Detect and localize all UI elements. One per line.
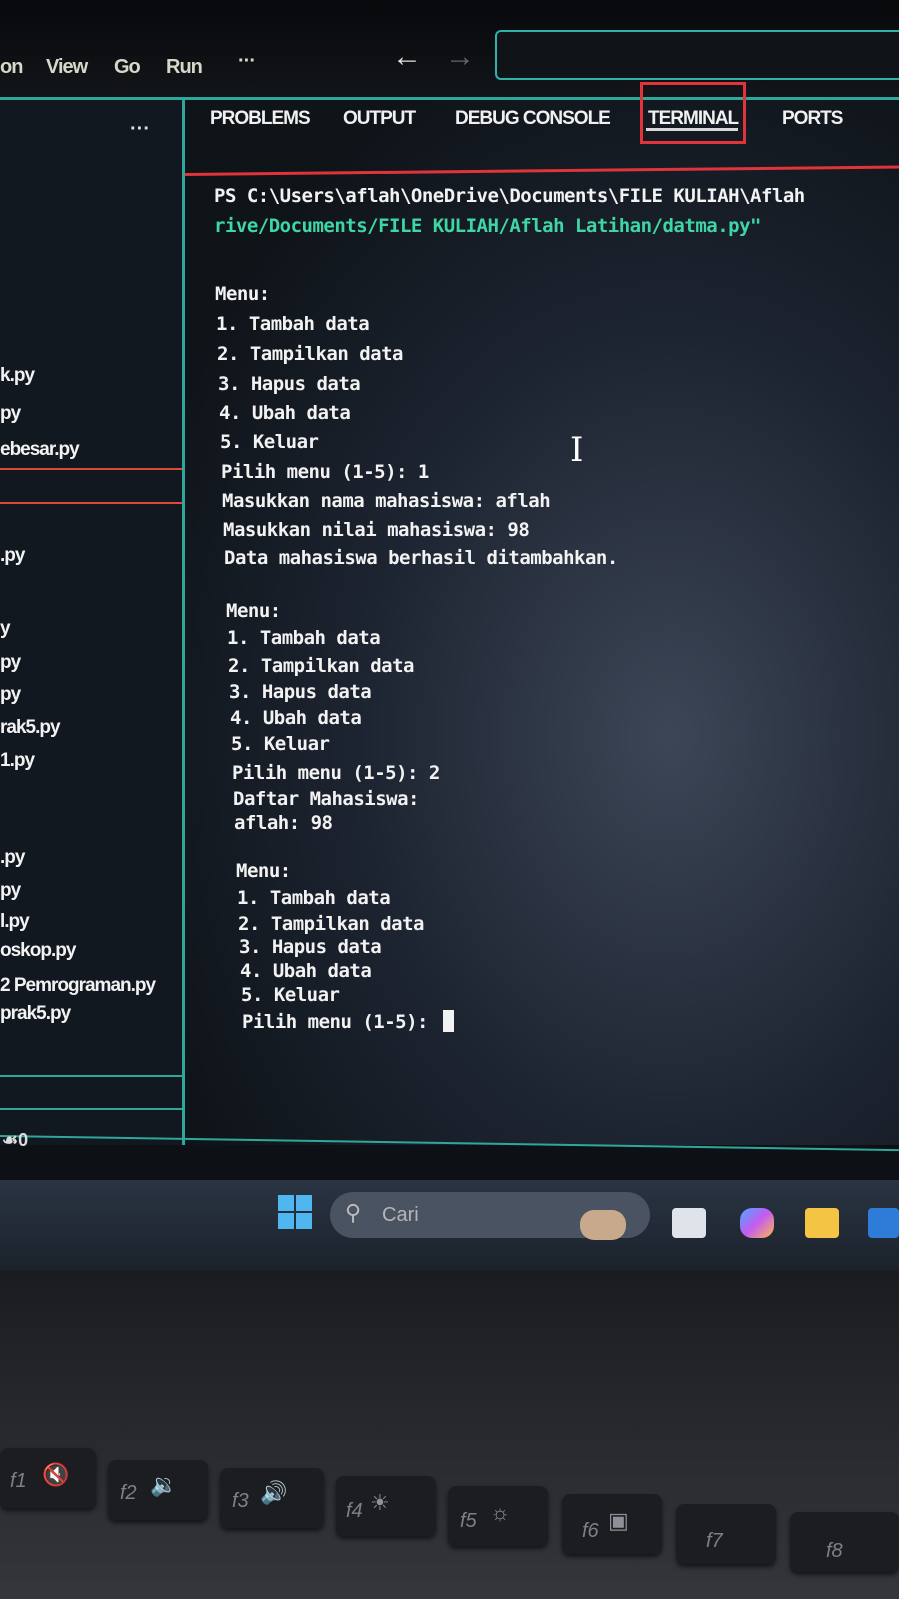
logo-square [296, 1195, 312, 1211]
terminal-line: Masukkan nilai mahasiswa: 98 [223, 519, 530, 541]
tab-problems[interactable]: PROBLEMS [210, 108, 311, 130]
file-item[interactable]: py [0, 880, 21, 902]
prompt-text: Pilih menu (1-5): [242, 1011, 439, 1033]
active-tab-underline [646, 128, 738, 131]
brightness-down-icon: ☀ [370, 1490, 390, 1515]
arrow-right-icon[interactable]: → [445, 40, 475, 74]
mute-icon: 🔇 [42, 1462, 70, 1487]
terminal-line: 3. Hapus data [229, 681, 372, 703]
search-icon: ⚲ [345, 1200, 362, 1225]
menu-selection[interactable]: on [0, 56, 23, 79]
file-item[interactable]: .py [0, 847, 25, 869]
terminal-line: Data mahasiswa berhasil ditambahkan. [224, 547, 618, 569]
widgets-icon[interactable] [580, 1210, 626, 1240]
status-badge[interactable]: ☙0 [2, 1130, 28, 1151]
terminal-line: Daftar Mahasiswa: [233, 788, 419, 810]
file-item[interactable]: oskop.py [0, 940, 76, 962]
terminal-line: 4. Ubah data [230, 707, 362, 729]
text-cursor [442, 1010, 454, 1032]
file-item[interactable]: py [0, 652, 21, 674]
file-explorer-icon[interactable] [805, 1208, 839, 1238]
explorer-sidebar [0, 100, 188, 1160]
terminal-line: Menu: [226, 600, 281, 622]
terminal-line: aflah: 98 [234, 812, 333, 834]
file-item[interactable]: prak5.py [0, 1003, 71, 1025]
key-f4-label: f4 [346, 1500, 363, 1522]
brightness-up-icon: ☼ [490, 1500, 511, 1525]
terminal-line: 2. Tampilkan data [238, 913, 424, 935]
taskbar-search-placeholder: Cari [382, 1204, 419, 1226]
key-f1-label: f1 [10, 1470, 27, 1492]
key-f2-label: f2 [120, 1482, 137, 1504]
logo-square [278, 1195, 294, 1211]
sidebar-section-divider [0, 1108, 212, 1110]
terminal-prompt[interactable]: Pilih menu (1-5): [242, 1010, 454, 1033]
terminal-line: 5. Keluar [220, 431, 319, 453]
selected-item-border-bottom [0, 502, 190, 504]
key-f7 [676, 1504, 776, 1564]
file-item[interactable]: py [0, 403, 21, 425]
copilot-icon[interactable] [740, 1208, 774, 1238]
ibeam-cursor-icon: I [570, 430, 584, 470]
file-item[interactable]: ebesar.py [0, 439, 80, 461]
terminal-line: 2. Tampilkan data [217, 343, 403, 365]
file-item[interactable]: 2 Pemrograman.py [0, 975, 156, 997]
volume-down-icon: 🔉 [150, 1472, 178, 1497]
file-item[interactable]: l.py [0, 911, 30, 933]
terminal-path-line-2: rive/Documents/FILE KULIAH/Aflah Latihan… [214, 215, 761, 237]
task-view-icon[interactable] [672, 1208, 706, 1238]
terminal-line: 1. Tambah data [216, 313, 370, 335]
command-center-search[interactable] [495, 30, 899, 80]
key-f3-label: f3 [232, 1490, 249, 1512]
menu-run[interactable]: Run [166, 56, 203, 79]
menu-view[interactable]: View [46, 56, 88, 79]
terminal-line: 3. Hapus data [239, 936, 382, 958]
arrow-left-icon[interactable]: ← [392, 40, 422, 74]
menu-go[interactable]: Go [114, 56, 141, 79]
terminal-line: 3. Hapus data [218, 373, 361, 395]
selected-item-border-top [0, 468, 190, 470]
windows-start-icon[interactable] [278, 1195, 314, 1231]
file-item[interactable]: py [0, 684, 21, 706]
file-item[interactable]: 1.py [0, 750, 35, 772]
logo-square [296, 1213, 312, 1229]
file-item[interactable]: y [0, 618, 11, 640]
file-item[interactable]: k.py [0, 365, 35, 387]
terminal-line: 4. Ubah data [240, 960, 372, 982]
terminal-line: 1. Tambah data [237, 887, 391, 909]
terminal-line: 2. Tampilkan data [228, 655, 414, 677]
terminal-line: Pilih menu (1-5): 2 [232, 762, 440, 784]
terminal-line: Menu: [236, 860, 291, 882]
file-item[interactable]: rak5.py [0, 717, 61, 739]
terminal-line: Menu: [215, 283, 270, 305]
terminal-line: 5. Keluar [231, 733, 330, 755]
terminal-path-line: PS C:\Users\aflah\OneDrive\Documents\FIL… [214, 185, 805, 207]
browser-icon[interactable] [868, 1208, 899, 1238]
terminal-line: Masukkan nama mahasiswa: aflah [222, 490, 551, 512]
logo-square [278, 1213, 294, 1229]
file-item[interactable]: .py [0, 545, 25, 567]
key-f8-label: f8 [826, 1540, 843, 1562]
terminal-line: Pilih menu (1-5): 1 [221, 461, 429, 483]
panel-border [182, 100, 185, 1150]
key-f6-label: f6 [582, 1520, 599, 1542]
terminal-line: 5. Keluar [241, 984, 340, 1006]
tab-output[interactable]: OUTPUT [343, 108, 416, 130]
tab-ports[interactable]: PORTS [782, 108, 843, 130]
terminal-line: 4. Ubah data [219, 402, 351, 424]
active-tab-highlight [640, 82, 746, 144]
key-f7-label: f7 [706, 1530, 723, 1552]
key-f8 [790, 1512, 899, 1572]
explorer-more-icon[interactable]: ··· [130, 118, 150, 141]
key-f5-label: f5 [460, 1510, 477, 1532]
tab-debug-console[interactable]: DEBUG CONSOLE [455, 108, 611, 130]
volume-up-icon: 🔊 [260, 1480, 288, 1505]
sidebar-section-divider [0, 1075, 212, 1077]
projector-icon: ▣ [608, 1508, 629, 1533]
terminal-line: 1. Tambah data [227, 627, 381, 649]
menu-more-icon[interactable]: ··· [238, 50, 256, 73]
